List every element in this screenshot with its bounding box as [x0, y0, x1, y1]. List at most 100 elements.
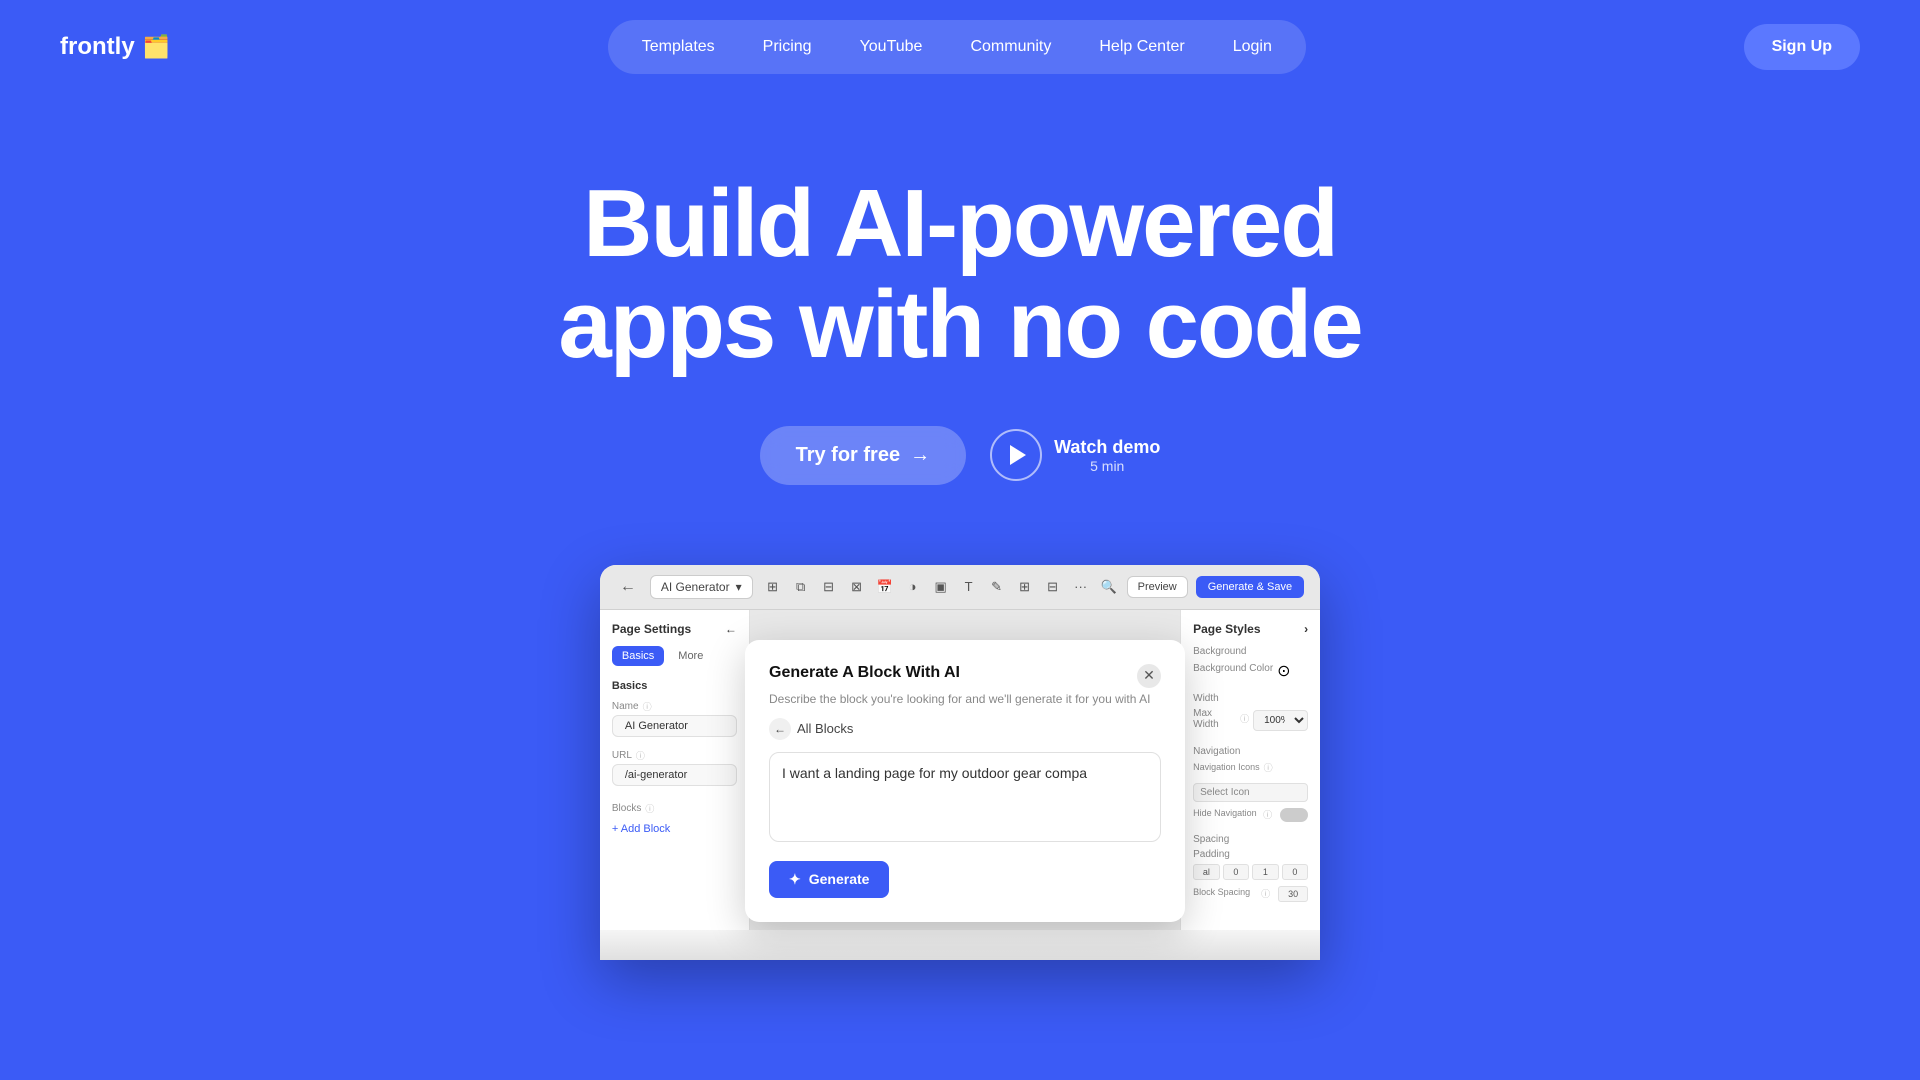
panel-name-label: Name ⓘ [600, 696, 749, 715]
ai-generate-button[interactable]: ✦ Generate [769, 861, 889, 898]
play-icon [1010, 445, 1026, 465]
panel-collapse-icon[interactable]: ← [725, 622, 737, 636]
toolbar-icon-minus[interactable]: ⊟ [1043, 577, 1063, 597]
watch-demo-title: Watch demo [1054, 437, 1160, 458]
nav-link-login[interactable]: Login [1211, 28, 1294, 66]
ai-dialog-textarea[interactable] [769, 752, 1161, 842]
toolbar-generator-label[interactable]: AI Generator ▾ [650, 575, 753, 599]
ai-dialog-subtitle: Describe the block you're looking for an… [769, 692, 1161, 706]
nav-link-youtube[interactable]: YouTube [838, 28, 945, 66]
nav-link-community[interactable]: Community [948, 28, 1073, 66]
toolbar-icon-grid3[interactable]: ⊞ [1015, 577, 1035, 597]
nav-link-pricing[interactable]: Pricing [741, 28, 834, 66]
padding-input-al[interactable] [1193, 864, 1220, 880]
background-color-field: Background Color ⊙ [1193, 661, 1308, 681]
background-section-title: Background [1193, 646, 1308, 657]
toolbar-back-button[interactable]: ← [616, 575, 640, 599]
max-width-label: Max Width ⓘ [1193, 708, 1249, 730]
ai-dialog-back-label: All Blocks [797, 721, 853, 736]
sign-up-button[interactable]: Sign Up [1744, 24, 1860, 70]
app-toolbar: ← AI Generator ▾ ⊞ ⧉ ⊟ ⊠ 📅 ◑ ▣ T ✎ ⊞ ⊟ ·… [600, 565, 1320, 610]
watch-demo[interactable]: Watch demo 5 min [990, 429, 1160, 481]
navbar: frontly 🗂️ Templates Pricing YouTube Com… [0, 0, 1920, 94]
generate-save-button[interactable]: Generate & Save [1196, 576, 1304, 598]
hero-actions: Try for free → Watch demo 5 min [20, 426, 1900, 485]
left-panel: Page Settings ← Basics More Basics Name … [600, 610, 750, 930]
padding-inputs [1193, 864, 1308, 880]
panel-blocks-label: Blocks ⓘ [600, 798, 749, 817]
toolbar-icon-edit[interactable]: ✎ [987, 577, 1007, 597]
panel-url-label: URL ⓘ [600, 745, 749, 764]
width-field: Max Width ⓘ 100% [1193, 708, 1308, 734]
background-color-label: Background Color [1193, 663, 1273, 674]
right-panel-expand-icon[interactable]: › [1304, 622, 1308, 636]
ai-dialog-header: Generate A Block With AI ✕ [769, 664, 1161, 688]
hide-nav-toggle[interactable] [1280, 808, 1308, 822]
logo-text: frontly [60, 33, 135, 61]
toolbar-icon-search[interactable]: 🔍 [1099, 577, 1119, 597]
padding-label: Padding [1193, 849, 1308, 860]
padding-input-1[interactable] [1252, 864, 1279, 880]
navigation-section-title: Navigation [1193, 746, 1308, 757]
nav-link-templates[interactable]: Templates [620, 28, 737, 66]
block-spacing-input[interactable]: 30 [1278, 886, 1308, 902]
hero-title-line2: apps with no code [558, 271, 1361, 378]
add-block-button[interactable]: + Add Block [600, 817, 749, 841]
play-button[interactable] [990, 429, 1042, 481]
try-free-label: Try for free [796, 444, 900, 467]
hide-nav-field: Hide Navigation ⓘ [1193, 808, 1308, 822]
center-canvas: Generate A Block With AI ✕ Describe the … [750, 610, 1180, 930]
padding-input-0[interactable] [1223, 864, 1250, 880]
toolbar-icon-copy[interactable]: ⧉ [791, 577, 811, 597]
panel-section-basics: Basics [600, 676, 749, 696]
right-panel-title: Page Styles › [1193, 622, 1308, 636]
select-icon-button[interactable]: Select Icon [1193, 783, 1308, 802]
bottom-fade [600, 930, 1320, 960]
logo-icon: 🗂️ [143, 34, 170, 60]
generate-icon: ✦ [789, 871, 801, 888]
spacing-section-title: Spacing [1193, 834, 1308, 845]
toolbar-icon-table[interactable]: ⊠ [847, 577, 867, 597]
watch-demo-text: Watch demo 5 min [1054, 437, 1160, 474]
toolbar-icon-grid[interactable]: ⊞ [763, 577, 783, 597]
try-free-button[interactable]: Try for free → [760, 426, 966, 485]
nav-link-help-center[interactable]: Help Center [1077, 28, 1206, 66]
right-panel: Page Styles › Background Background Colo… [1180, 610, 1320, 930]
right-panel-spacing: Spacing Padding Block Spacing ⓘ 30 [1193, 834, 1308, 902]
app-body: Page Settings ← Basics More Basics Name … [600, 610, 1320, 930]
ai-generate-label: Generate [809, 871, 870, 887]
nav-links-container: Templates Pricing YouTube Community Help… [608, 20, 1306, 74]
toolbar-icon-calendar[interactable]: 📅 [875, 577, 895, 597]
hero-section: Build AI-powered apps with no code Try f… [0, 94, 1920, 545]
back-arrow-icon: ← [769, 718, 791, 740]
right-panel-navigation: Navigation Navigation Icons ⓘ Select Ico… [1193, 746, 1308, 822]
panel-url-input[interactable]: /ai-generator [612, 764, 737, 786]
right-panel-width: Width Max Width ⓘ 100% [1193, 693, 1308, 734]
panel-tab-more[interactable]: More [668, 646, 713, 666]
try-free-arrow: → [910, 444, 930, 467]
watch-demo-duration: 5 min [1054, 458, 1160, 474]
hero-title-line1: Build AI-powered [583, 170, 1337, 277]
max-width-dropdown[interactable]: 100% [1253, 710, 1308, 731]
toolbar-icons: ⊞ ⧉ ⊟ ⊠ 📅 ◑ ▣ T ✎ ⊞ ⊟ ··· 🔍 Preview Gene… [763, 576, 1305, 598]
ai-dialog: Generate A Block With AI ✕ Describe the … [745, 640, 1185, 922]
color-swatch-icon[interactable]: ⊙ [1277, 661, 1290, 681]
toolbar-icon-grid2[interactable]: ⊟ [819, 577, 839, 597]
logo[interactable]: frontly 🗂️ [60, 33, 170, 61]
panel-name-input[interactable]: AI Generator [612, 715, 737, 737]
toolbar-icon-more[interactable]: ··· [1071, 577, 1091, 597]
preview-button[interactable]: Preview [1127, 576, 1188, 598]
toolbar-icon-chart[interactable]: ◑ [903, 577, 923, 597]
toolbar-icon-block[interactable]: ▣ [931, 577, 951, 597]
panel-tab-basics[interactable]: Basics [612, 646, 664, 666]
toolbar-icon-text[interactable]: T [959, 577, 979, 597]
width-section-title: Width [1193, 693, 1308, 704]
panel-title: Page Settings [612, 622, 691, 636]
right-panel-background: Background Background Color ⊙ [1193, 646, 1308, 681]
panel-header: Page Settings ← [600, 622, 749, 646]
ai-dialog-close-button[interactable]: ✕ [1137, 664, 1161, 688]
app-preview: ← AI Generator ▾ ⊞ ⧉ ⊟ ⊠ 📅 ◑ ▣ T ✎ ⊞ ⊟ ·… [600, 565, 1320, 960]
padding-input-2[interactable] [1282, 864, 1309, 880]
block-spacing-field: Block Spacing ⓘ 30 [1193, 886, 1308, 902]
ai-dialog-back-button[interactable]: ← All Blocks [769, 718, 1161, 740]
